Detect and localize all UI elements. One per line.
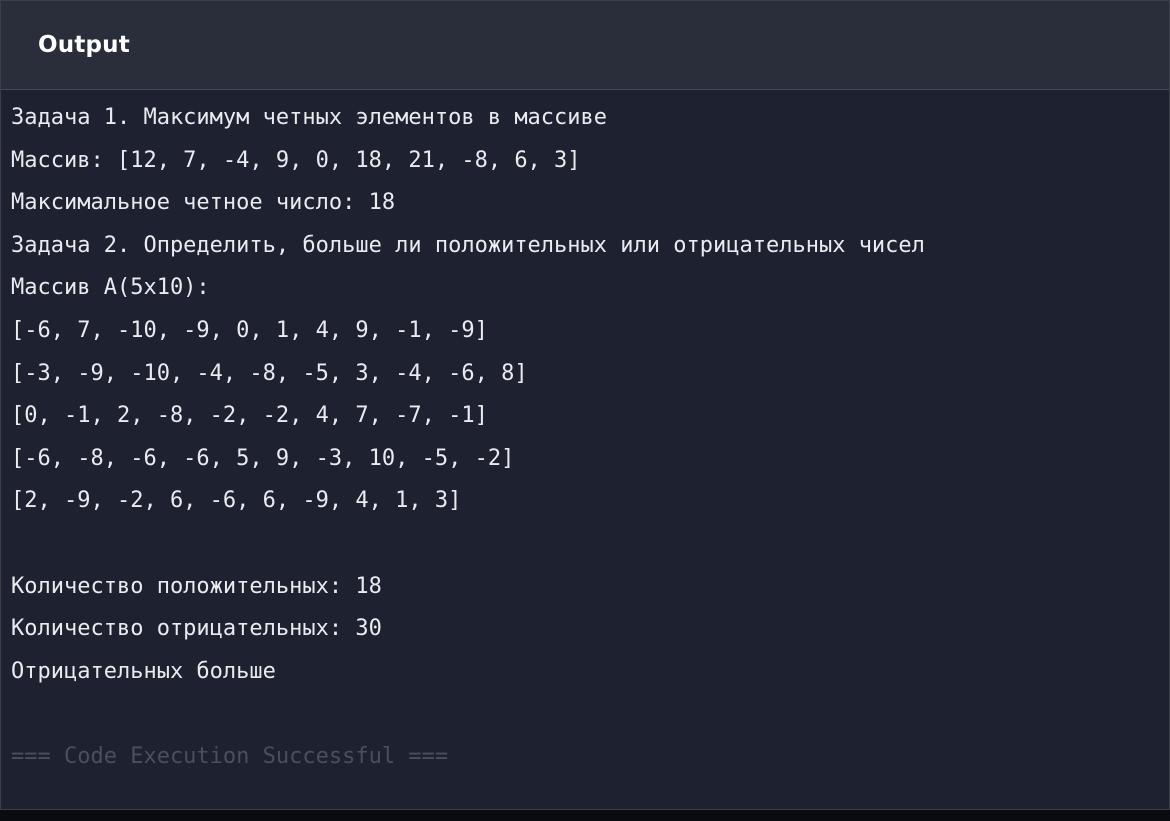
- console-output[interactable]: Задача 1. Максимум четных элементов в ма…: [1, 90, 1169, 779]
- output-line-blank: [11, 523, 1169, 566]
- output-line: [0, -1, 2, -8, -2, -2, 4, 7, -7, -1]: [11, 403, 488, 429]
- output-panel: Output Задача 1. Максимум четных элемент…: [0, 0, 1170, 810]
- output-line: Количество отрицательных: 30: [11, 616, 382, 642]
- output-line: [-6, 7, -10, -9, 0, 1, 4, 9, -1, -9]: [11, 317, 488, 343]
- output-line: [-3, -9, -10, -4, -8, -5, 3, -4, -6, 8]: [11, 360, 528, 386]
- output-line: Массив A(5x10):: [11, 275, 210, 301]
- output-line: Массив: [12, 7, -4, 9, 0, 18, 21, -8, 6,…: [11, 147, 581, 173]
- output-line: Задача 1. Максимум четных элементов в ма…: [11, 105, 608, 130]
- execution-status-line: === Code Execution Successful ===: [11, 743, 449, 769]
- output-title: Output: [38, 32, 130, 58]
- output-line: Количество положительных: 18: [11, 573, 382, 599]
- output-line: [2, -9, -2, 6, -6, 6, -9, 4, 1, 3]: [11, 488, 462, 514]
- bottom-edge: [0, 810, 1170, 821]
- output-line: Задача 2. Определить, больше ли положите…: [11, 232, 925, 258]
- output-header: Output: [1, 1, 1169, 90]
- output-line: Отрицательных больше: [11, 658, 276, 684]
- output-line-blank: [11, 693, 1169, 736]
- output-line: Максимальное четное число: 18: [11, 190, 396, 216]
- output-line: [-6, -8, -6, -6, 5, 9, -3, 10, -5, -2]: [11, 445, 515, 471]
